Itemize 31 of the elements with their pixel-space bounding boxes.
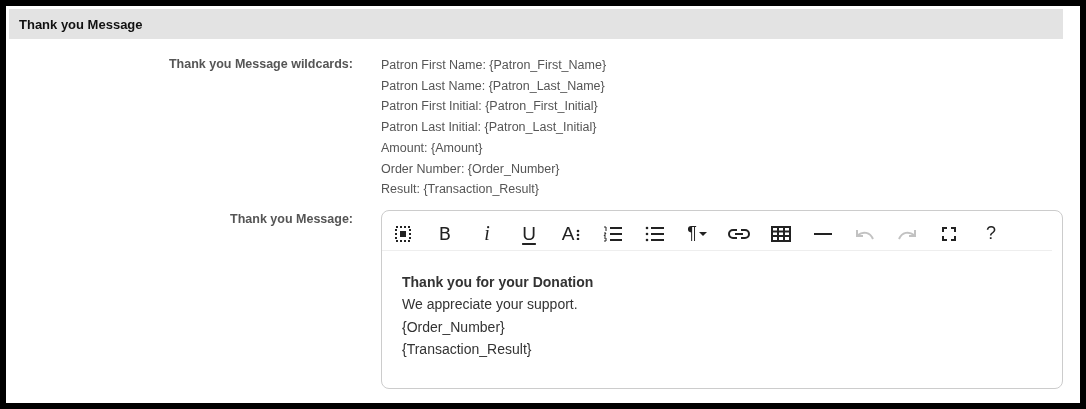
wildcard-text: Patron First Initial: {Patron_First_Initial}: [381, 98, 599, 116]
wildcard-text: Result: {Transaction_Result}: [381, 181, 540, 199]
bold-button[interactable]: B: [428, 218, 462, 249]
underline-button[interactable]: U: [512, 218, 546, 249]
bullet-list-icon: [645, 225, 665, 242]
fullscreen-icon: [942, 226, 956, 241]
wildcard-text: Patron First Name: {Patron_First_Name}: [381, 57, 607, 74]
font-size-button[interactable]: A: [554, 218, 588, 249]
redo-icon: [897, 227, 917, 240]
link-icon: [728, 227, 750, 240]
wildcard-text: Patron Last Initial: {Patron_Last_Initial}: [381, 119, 598, 137]
undo-icon: [855, 227, 875, 240]
paragraph-button[interactable]: ¶: [680, 218, 714, 249]
wildcard-text: Amount: {Amount}: [381, 139, 484, 157]
field-label: Thank you Message:: [229, 210, 354, 228]
field-label: Thank you Message wildcards:: [167, 56, 354, 73]
caret-icon: [698, 231, 707, 236]
dots-icon: [576, 227, 581, 240]
wildcard-text: Order Number: {Order_Number}: [381, 160, 561, 178]
select-all-icon: [395, 225, 411, 242]
help-button[interactable]: ?: [974, 218, 1008, 249]
message-line: We appreciate your support.: [402, 295, 579, 315]
numbered-list-icon: [603, 225, 623, 242]
wildcard-text: Patron Last Name: {Patron_Last_Name}: [381, 77, 606, 95]
horizontal-line-icon: [814, 231, 832, 236]
message-line: {Transaction_Result}: [402, 340, 533, 360]
message-line: Thank you for your Donation: [402, 272, 595, 292]
italic-button[interactable]: i: [470, 218, 504, 249]
section-title: Thank you Message: [19, 16, 143, 32]
message-line: {Order_Number}: [402, 317, 506, 337]
table-icon: [771, 225, 791, 242]
